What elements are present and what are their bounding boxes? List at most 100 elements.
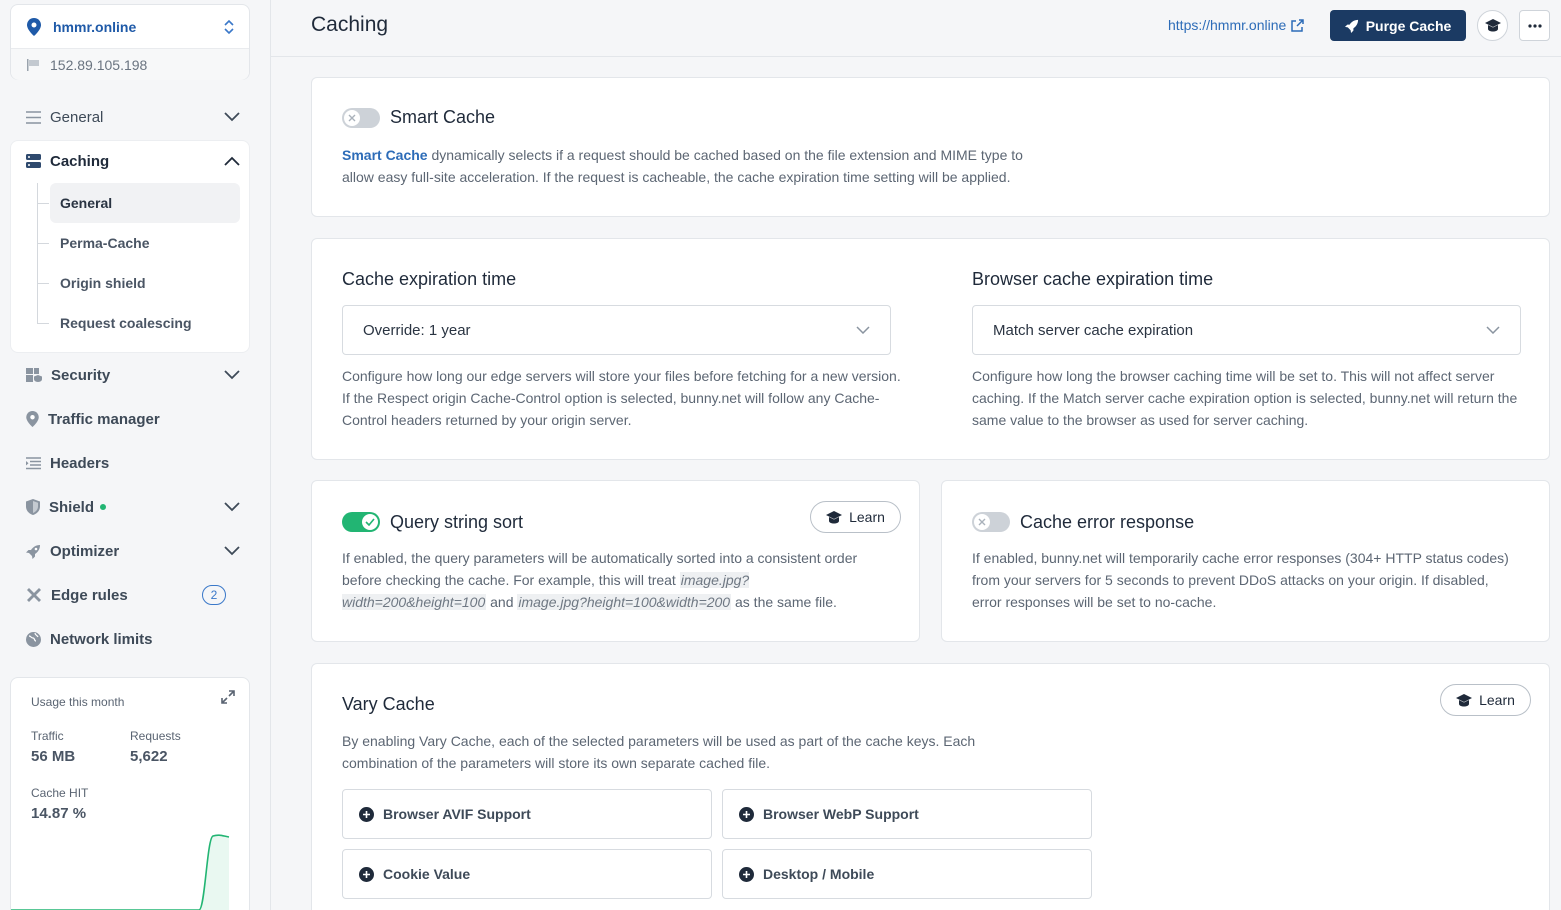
ellipsis-icon bbox=[1527, 23, 1542, 28]
desc-part: If enabled, the query parameters will be… bbox=[342, 550, 858, 588]
learn-label: Learn bbox=[849, 509, 885, 525]
tools-icon bbox=[27, 588, 41, 602]
chevron-up-icon bbox=[224, 156, 240, 166]
caching-sub-general[interactable]: General bbox=[50, 183, 240, 223]
query-string-sort-toggle[interactable] bbox=[342, 512, 380, 532]
vary-option-webp[interactable]: Browser WebP Support bbox=[722, 789, 1092, 839]
page-title: Caching bbox=[311, 13, 389, 36]
learn-label: Learn bbox=[1479, 692, 1515, 708]
chevron-down-icon bbox=[224, 546, 240, 556]
site-url-text: https://hmmr.online bbox=[1168, 17, 1287, 33]
site-name: hmmr.online bbox=[53, 18, 137, 35]
sidebar-item-shield[interactable]: Shield bbox=[26, 496, 240, 518]
vary-option-device[interactable]: Desktop / Mobile bbox=[722, 849, 1092, 899]
sub-item-label: Request coalescing bbox=[60, 315, 192, 331]
vary-option-avif[interactable]: Browser AVIF Support bbox=[342, 789, 712, 839]
external-link-icon bbox=[1291, 18, 1305, 32]
vary-option-label: Cookie Value bbox=[383, 866, 471, 882]
chevron-down-icon bbox=[224, 502, 240, 512]
browser-cache-select[interactable]: Match server cache expiration bbox=[972, 305, 1521, 355]
vary-cache-learn-button[interactable]: Learn bbox=[1440, 684, 1531, 716]
select-value: Override: 1 year bbox=[363, 321, 471, 339]
flag-icon bbox=[27, 58, 39, 71]
plus-circle-icon bbox=[359, 806, 374, 822]
sidebar-item-label: Optimizer bbox=[50, 542, 120, 560]
site-selector-top[interactable]: hmmr.online bbox=[11, 5, 249, 49]
check-icon bbox=[365, 518, 375, 526]
security-grid-icon bbox=[26, 368, 42, 382]
sidebar-item-network-limits[interactable]: Network limits bbox=[26, 628, 240, 650]
sidebar-item-label: Network limits bbox=[50, 630, 153, 648]
sidebar-item-edge-rules[interactable]: Edge rules 2 bbox=[26, 584, 240, 606]
cache-hit-label: Cache HIT bbox=[31, 786, 89, 800]
sidebar-item-traffic-manager[interactable]: Traffic manager bbox=[26, 408, 240, 430]
example-query-2: image.jpg?height=100&width=200 bbox=[517, 594, 732, 610]
sidebar-item-optimizer[interactable]: Optimizer bbox=[26, 540, 240, 562]
vary-option-cookie[interactable]: Cookie Value bbox=[342, 849, 712, 899]
sidebar-item-label: General bbox=[50, 108, 104, 126]
usage-card: Usage this month Traffic 56 MB Requests … bbox=[10, 677, 250, 910]
chevron-down-icon bbox=[224, 370, 240, 380]
query-string-sort-card: Query string sort Learn If enabled, the … bbox=[311, 480, 920, 642]
browser-cache-title: Browser cache expiration time bbox=[972, 269, 1214, 289]
smart-cache-card: Smart Cache Smart Cache dynamically sele… bbox=[311, 77, 1550, 217]
browser-cache-description: Configure how long the browser caching t… bbox=[972, 368, 1518, 428]
cache-error-response-toggle[interactable] bbox=[972, 512, 1010, 532]
sidebar-item-security[interactable]: Security bbox=[26, 364, 240, 386]
site-ip: 152.89.105.198 bbox=[50, 56, 148, 73]
purge-cache-button[interactable]: Purge Cache bbox=[1330, 10, 1466, 41]
more-options-button[interactable] bbox=[1519, 10, 1550, 41]
map-pin-icon bbox=[27, 17, 41, 36]
query-sort-learn-button[interactable]: Learn bbox=[810, 501, 901, 533]
smart-cache-toggle[interactable] bbox=[342, 108, 380, 128]
headers-icon bbox=[26, 456, 41, 469]
caching-sub-perma-cache[interactable]: Perma-Cache bbox=[50, 223, 240, 263]
site-url-link[interactable]: https://hmmr.online bbox=[1168, 17, 1305, 33]
plus-circle-icon bbox=[359, 866, 374, 882]
toggle-knob bbox=[344, 110, 360, 126]
sidebar-item-label: Edge rules bbox=[51, 586, 128, 604]
plus-circle-icon bbox=[739, 866, 754, 882]
requests-value: 5,622 bbox=[130, 748, 168, 765]
sidebar-item-label: Shield bbox=[49, 498, 95, 516]
learn-circle-button[interactable] bbox=[1477, 10, 1508, 41]
x-icon bbox=[978, 518, 986, 526]
rocket-icon bbox=[1344, 19, 1358, 33]
rocket-icon bbox=[26, 544, 40, 559]
smart-cache-description: Smart Cache dynamically selects if a req… bbox=[342, 144, 1102, 188]
status-dot bbox=[100, 504, 107, 510]
cache-error-response-description: If enabled, bunny.net will temporarily c… bbox=[972, 550, 1509, 610]
tree-tick bbox=[37, 283, 49, 284]
desc-part: and bbox=[486, 594, 518, 610]
query-string-sort-description: If enabled, the query parameters will be… bbox=[342, 547, 882, 613]
expand-icon[interactable] bbox=[221, 690, 235, 704]
cache-expiration-title: Cache expiration time bbox=[342, 269, 517, 289]
edge-rules-count-badge: 2 bbox=[202, 585, 226, 605]
usage-title: Usage this month bbox=[31, 695, 125, 709]
sidebar-item-headers[interactable]: Headers bbox=[26, 452, 240, 474]
cache-error-response-title: Cache error response bbox=[1020, 512, 1195, 532]
site-ip-row: 152.89.105.198 bbox=[11, 49, 249, 80]
desc-part: as the same file. bbox=[731, 594, 837, 610]
cache-expiration-select[interactable]: Override: 1 year bbox=[342, 305, 891, 355]
shield-icon bbox=[26, 499, 40, 515]
caching-sub-request-coalescing[interactable]: Request coalescing bbox=[50, 303, 240, 343]
site-selector[interactable]: hmmr.online 152.89.105.198 bbox=[10, 4, 250, 80]
sidebar: hmmr.online 152.89.105.198 General Cachi… bbox=[0, 0, 271, 910]
caching-sub-origin-shield[interactable]: Origin shield bbox=[50, 263, 240, 303]
chevron-up-down-icon[interactable] bbox=[223, 19, 235, 35]
vary-option-label: Browser WebP Support bbox=[763, 806, 919, 822]
sidebar-item-caching[interactable]: Caching bbox=[26, 150, 240, 172]
vary-option-label: Desktop / Mobile bbox=[763, 866, 875, 882]
sidebar-item-label: Headers bbox=[50, 454, 110, 472]
cache-error-response-card: Cache error response If enabled, bunny.n… bbox=[941, 480, 1550, 642]
smart-cache-link[interactable]: Smart Cache bbox=[342, 147, 428, 163]
cache-expiration-description: Configure how long our edge servers will… bbox=[342, 368, 901, 428]
requests-label: Requests bbox=[130, 729, 181, 743]
sub-item-label: Origin shield bbox=[60, 275, 146, 291]
sidebar-item-label: Security bbox=[51, 366, 111, 384]
sidebar-item-label: Traffic manager bbox=[48, 410, 160, 428]
sidebar-item-general[interactable]: General bbox=[26, 106, 240, 128]
graduation-cap-icon bbox=[1484, 19, 1501, 32]
traffic-label: Traffic bbox=[31, 729, 64, 743]
